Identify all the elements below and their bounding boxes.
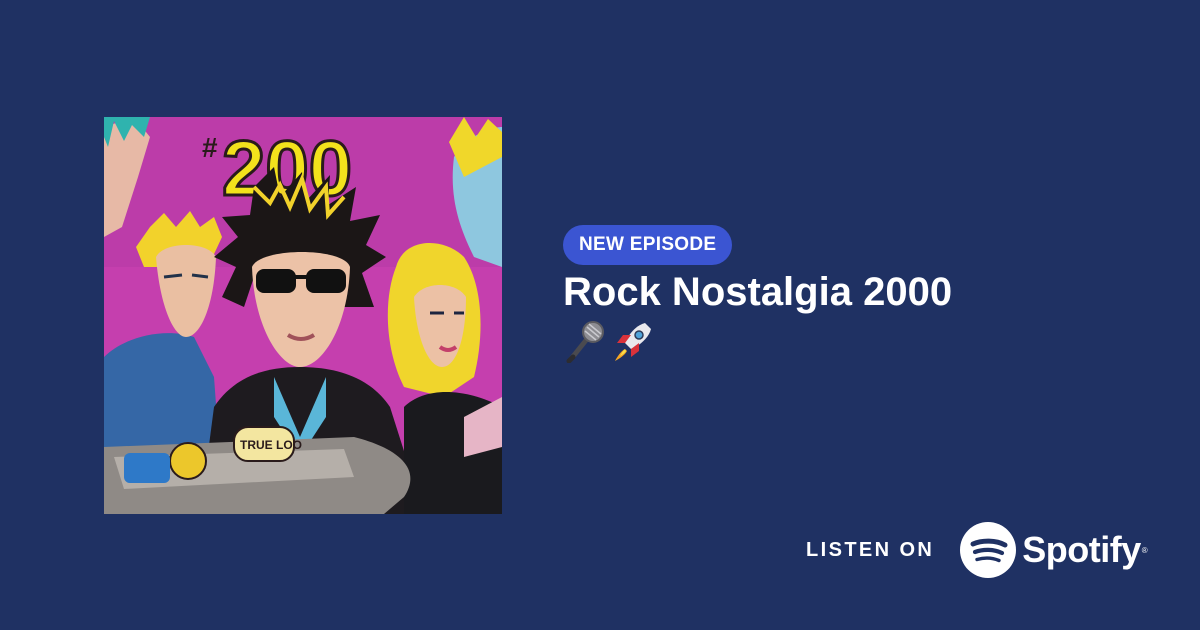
trademark-symbol: ® <box>1141 545 1148 555</box>
microphone-emoji-icon <box>563 319 607 363</box>
spotify-wordmark: Spotify <box>1022 529 1141 570</box>
svg-text:#: # <box>202 132 218 163</box>
podcast-cover-art: 200 # TRUE LOO <box>104 117 502 514</box>
spotify-icon <box>960 522 1017 578</box>
episode-title: Rock Nostalgia 2000 <box>563 270 953 314</box>
episode-emoji-row <box>563 319 1123 363</box>
rocket-emoji-icon <box>611 319 655 363</box>
episode-info: NEW EPISODE Rock Nostalgia 2000 <box>563 225 1123 363</box>
cover-sticker-text: TRUE LOO <box>240 438 302 452</box>
listen-on-spotify[interactable]: LISTEN ON Spotify ® <box>806 522 1148 578</box>
new-episode-badge: NEW EPISODE <box>563 225 733 265</box>
listen-on-label: LISTEN ON <box>806 538 935 561</box>
spotify-logo[interactable]: Spotify ® <box>960 522 1148 578</box>
